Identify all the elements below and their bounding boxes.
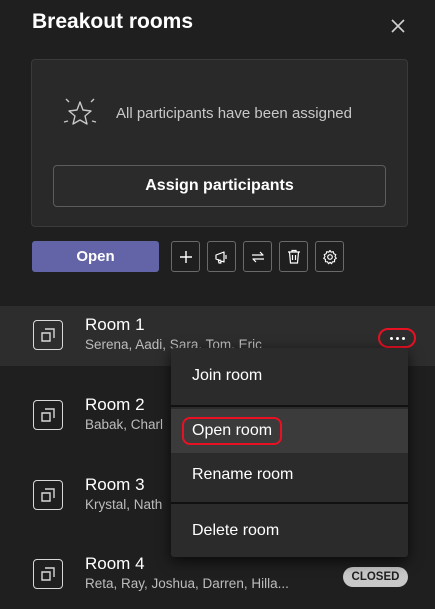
settings-button[interactable] <box>315 241 344 272</box>
close-icon <box>391 19 405 33</box>
room-icon <box>33 320 63 350</box>
menu-item-delete-room[interactable]: Delete room <box>171 509 408 553</box>
room-icon <box>33 559 63 589</box>
open-rooms-button[interactable]: Open <box>32 241 159 272</box>
room-icon <box>33 480 63 510</box>
recreate-rooms-button[interactable] <box>243 241 272 272</box>
room-name: Room 3 <box>85 475 145 494</box>
room-name: Room 1 <box>85 315 145 334</box>
menu-item-open-room[interactable]: Open room <box>171 409 408 453</box>
breakout-room-icon <box>41 488 55 502</box>
room-name: Room 4 <box>85 554 145 573</box>
panel-title: Breakout rooms <box>32 10 194 33</box>
room-members: Krystal, Nath <box>85 497 163 512</box>
menu-divider <box>171 502 408 504</box>
delete-icon <box>287 249 300 264</box>
breakout-room-icon <box>41 408 55 422</box>
assign-participants-button[interactable]: Assign participants <box>53 165 386 207</box>
breakout-room-icon <box>41 328 55 342</box>
sparkle-star-icon <box>63 98 97 125</box>
recreate-rooms-icon <box>251 251 264 262</box>
room-members: Babak, Charl <box>85 417 164 432</box>
room-icon <box>33 400 63 430</box>
room-status-badge: CLOSED <box>343 567 408 587</box>
announcement-button[interactable] <box>207 241 236 272</box>
breakout-room-icon <box>41 567 55 581</box>
menu-item-rename-room[interactable]: Rename room <box>171 453 408 497</box>
assignment-status-text: All participants have been assigned <box>116 104 352 122</box>
highlight-ring: Open room <box>182 417 283 445</box>
more-dot-icon <box>395 336 399 340</box>
add-icon <box>179 250 192 263</box>
more-dot-icon <box>401 336 405 340</box>
close-button[interactable] <box>386 14 410 38</box>
assignment-status: All participants have been assigned <box>62 96 352 130</box>
add-room-button[interactable] <box>171 241 200 272</box>
assignment-status-card: All participants have been assigned Assi… <box>31 59 408 227</box>
delete-rooms-button[interactable] <box>279 241 308 272</box>
more-dot-icon <box>389 336 393 340</box>
room-name: Room 2 <box>85 395 145 414</box>
menu-divider <box>171 405 408 407</box>
announcement-icon <box>214 250 227 264</box>
more-options-button[interactable] <box>378 328 416 348</box>
room-context-menu: Join room Open room Rename room Delete r… <box>171 348 408 557</box>
menu-item-join-room[interactable]: Join room <box>171 354 408 398</box>
room-members: Reta, Ray, Joshua, Darren, Hilla... <box>85 576 289 591</box>
settings-icon <box>322 249 337 264</box>
rooms-toolbar: Open <box>32 241 344 272</box>
